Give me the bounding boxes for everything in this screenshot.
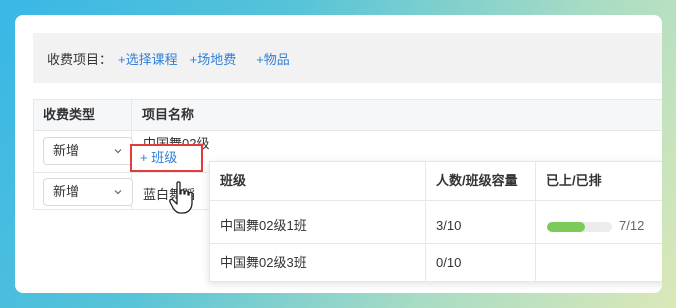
- popover-row-class[interactable]: 中国舞02级3班: [220, 245, 307, 281]
- popover-row-progress: 7/12: [619, 218, 645, 233]
- venue-fee-link[interactable]: +场地费: [190, 49, 237, 68]
- charge-items-bar: 收费项目： +选择课程 +场地费 +物品: [33, 33, 662, 83]
- select-course-link[interactable]: +选择课程: [118, 49, 178, 68]
- popover-row-capacity: 0/10: [436, 255, 462, 270]
- hand-cursor-icon: [169, 181, 193, 214]
- content-card: 收费项目： +选择课程 +场地费 +物品 收费类型 项目名称 新增 中国舞02级…: [15, 15, 662, 293]
- items-link[interactable]: +物品: [256, 49, 290, 68]
- popover-row-capacity: 3/10: [436, 218, 462, 233]
- class-popover: 班级 人数/班级容量 已上/已排 中国舞02级1班 3/10 7/12 中国舞0…: [209, 161, 662, 282]
- popover-header-class: 班级: [220, 162, 410, 200]
- popover-row-class[interactable]: 中国舞02级1班: [220, 208, 307, 244]
- header-item-name: 项目名称: [132, 100, 662, 130]
- popover-header-capacity: 人数/班级容量: [436, 162, 536, 200]
- header-charge-type: 收费类型: [33, 100, 131, 130]
- progress-bar-fill: [547, 222, 585, 232]
- add-class-button[interactable]: + 班级: [130, 144, 203, 172]
- charge-type-value: 新增: [53, 143, 80, 158]
- charge-type-select[interactable]: 新增: [43, 137, 133, 165]
- charge-type-select[interactable]: 新增: [43, 178, 133, 206]
- chevron-down-icon: [114, 190, 122, 195]
- progress-bar: [547, 222, 612, 232]
- charge-items-label: 收费项目：: [47, 51, 113, 67]
- popover-header-progress: 已上/已排: [546, 162, 656, 200]
- charge-type-value: 新增: [53, 184, 80, 199]
- chevron-down-icon: [114, 149, 122, 154]
